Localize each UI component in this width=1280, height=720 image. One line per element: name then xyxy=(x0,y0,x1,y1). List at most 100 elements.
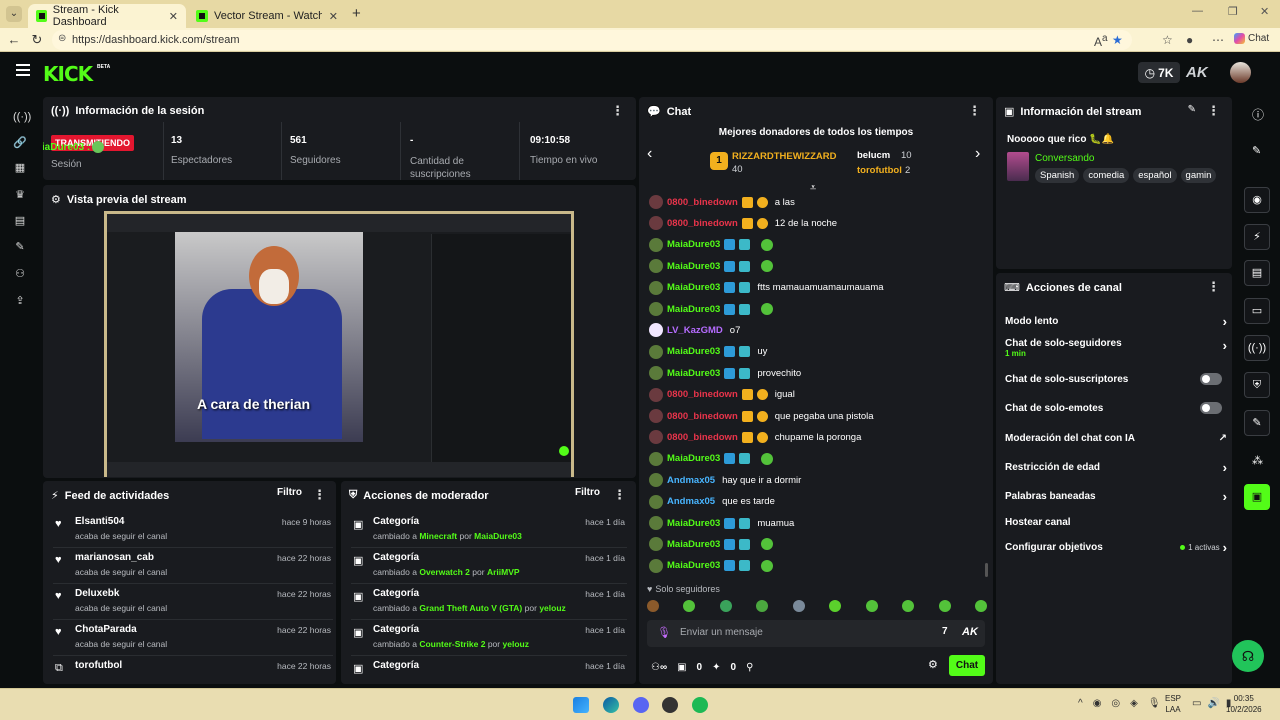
discord-icon[interactable] xyxy=(633,697,649,713)
emote-bar[interactable] xyxy=(647,600,987,616)
mod-action-row[interactable]: ▣ Categoría cambiado a Overwatch 2 por Ari… xyxy=(351,549,627,584)
wrench-icon[interactable]: ✎ xyxy=(13,240,27,254)
donor2-name[interactable]: belucm xyxy=(857,150,890,161)
shield-tool-icon[interactable]: ⛨ xyxy=(1244,372,1270,398)
favorite-star-icon[interactable]: ★ xyxy=(1112,33,1123,47)
chat-username[interactable]: MaiaDure03 xyxy=(667,282,720,293)
microphone-icon[interactable]: 🎙 xyxy=(657,626,671,639)
user-avatar[interactable] xyxy=(649,516,663,530)
donors-prev-icon[interactable]: ‹ xyxy=(647,145,652,163)
action-followers-only[interactable]: Chat de solo-seguidores 1 min › xyxy=(1005,338,1227,364)
more-options-icon[interactable]: ⋯ xyxy=(1212,33,1224,47)
tag-chip[interactable]: Spanish xyxy=(1035,168,1080,183)
chat-username[interactable]: MaiaDure03 xyxy=(667,560,720,571)
chat-username[interactable]: MaiaDure03 xyxy=(667,539,720,550)
trophy-icon[interactable]: ♛ xyxy=(13,188,27,202)
chat-username[interactable]: MaiaDure03 xyxy=(667,346,720,357)
users-settings-icon[interactable]: ⚇ xyxy=(13,267,27,281)
chat-scrollbar[interactable] xyxy=(985,563,988,577)
favorites-icon[interactable]: ☆ xyxy=(1162,33,1173,47)
mod-action-row[interactable]: ▣ Categoría cambiado a Counter-Strike 2 po… xyxy=(351,621,627,656)
profile-icon[interactable]: ● xyxy=(1186,33,1193,47)
user-avatar[interactable] xyxy=(649,537,663,552)
category-thumbnail[interactable] xyxy=(1007,152,1029,181)
action-age-restriction[interactable]: Restricción de edad › xyxy=(1005,458,1227,476)
tag-chip[interactable]: comedia xyxy=(1083,168,1130,183)
filter-button[interactable]: Filtro xyxy=(277,487,302,498)
user-avatar[interactable] xyxy=(649,366,663,381)
user-avatar[interactable] xyxy=(649,323,663,338)
chat-message[interactable]: MaiaDure03 xyxy=(649,236,774,254)
mod-action-row[interactable]: ▣ Categoría cambiado a Minecraft por MaiaD… xyxy=(351,513,627,548)
chat-message[interactable]: 0800_binedown igual xyxy=(649,386,795,404)
chat-username[interactable]: Andmax05 xyxy=(667,496,715,507)
action-banned-words[interactable]: Palabras baneadas › xyxy=(1005,487,1227,505)
kebab-menu-icon[interactable]: ⋮ xyxy=(1207,279,1220,295)
mod-action-row[interactable]: ▣ Categoría cambiado a Grand Theft Auto V … xyxy=(351,585,627,620)
close-window-icon[interactable]: ✕ xyxy=(1260,5,1269,18)
gift-icon[interactable]: ▣ xyxy=(677,662,686,673)
analytics-icon[interactable]: ▦ xyxy=(13,161,27,175)
chat-message[interactable]: MaiaDure03 ftts mamauamuamaumauama xyxy=(649,279,884,297)
chat-message[interactable]: MaiaDure03 xyxy=(649,535,774,553)
chat-input[interactable]: 🎙 Enviar un mensaje 7 AK xyxy=(647,620,985,647)
menu-icon[interactable] xyxy=(16,64,30,76)
notes-tool-icon[interactable]: ▤ xyxy=(1244,260,1270,286)
user-avatar[interactable] xyxy=(649,195,663,209)
activity-row[interactable]: ♥ marianosan_cab acaba de seguir el canal h… xyxy=(53,549,333,584)
info-icon[interactable]: ⓘ xyxy=(1252,106,1264,123)
spotify-icon[interactable] xyxy=(692,697,708,713)
copilot-chat-button[interactable]: Chat xyxy=(1234,33,1269,44)
user-avatar[interactable] xyxy=(649,430,663,445)
activity-row[interactable]: ♥ Elsanti504 acaba de seguir el canal hace … xyxy=(53,513,333,548)
chat-message[interactable]: 0800_binedown 12 de la noche xyxy=(649,214,837,232)
user-avatar[interactable] xyxy=(649,387,663,402)
broadcast-tool-icon[interactable]: ((·)) xyxy=(1244,335,1270,361)
chat-username[interactable]: 0800_binedown xyxy=(667,389,738,400)
chat-tool-icon[interactable]: ▭ xyxy=(1244,298,1270,324)
action-host-channel[interactable]: Hostear canal xyxy=(1005,513,1227,531)
user-avatar[interactable] xyxy=(649,494,663,509)
activity-row[interactable]: ♥ ChotaParada acaba de seguir el canal hace… xyxy=(53,621,333,656)
kick-logo[interactable]: KICK xyxy=(43,62,93,86)
user-icon[interactable]: ⚲ xyxy=(746,662,753,673)
activity-row[interactable]: ⧉ torofutbol hace 22 horas xyxy=(53,657,333,684)
user-avatar[interactable] xyxy=(649,302,663,316)
user-avatar[interactable] xyxy=(649,216,663,231)
ak-logo[interactable]: AK xyxy=(1186,64,1208,81)
chat-message[interactable]: MaiaDure03 muamua xyxy=(649,514,794,532)
language-indicator[interactable]: ESP LAA xyxy=(1165,693,1181,715)
sparkle-icon[interactable]: ✦ xyxy=(712,662,720,673)
user-avatar[interactable] xyxy=(649,558,663,573)
chat-username[interactable]: Andmax05 xyxy=(667,475,715,486)
new-tab-icon[interactable]: + xyxy=(352,5,361,22)
user-avatar[interactable] xyxy=(649,259,663,274)
browser-tab-vector-stream[interactable]: Vector Stream - Watch Live o ✕ xyxy=(188,4,346,28)
refresh-icon[interactable]: ↻ xyxy=(28,32,46,48)
mod-action-row[interactable]: ▣ Categoría hace 1 día xyxy=(351,657,627,684)
edge-browser-icon[interactable] xyxy=(603,697,619,713)
upload-icon[interactable]: ⇪ xyxy=(13,294,27,308)
chat-message[interactable]: 0800_binedown que pegaba una pistola xyxy=(649,407,874,425)
kebab-menu-icon[interactable]: ⋮ xyxy=(613,487,626,503)
read-aloud-icon[interactable]: Aa xyxy=(1094,33,1108,49)
clock[interactable]: 00:35 10/2/2026 xyxy=(1226,693,1262,715)
user-avatar[interactable] xyxy=(649,237,663,252)
action-emotes-only[interactable]: Chat de solo-emotes xyxy=(1005,399,1227,417)
media-tool-icon[interactable]: ▣ xyxy=(1244,484,1270,510)
chat-username[interactable]: MaiaDure03 xyxy=(667,453,720,464)
site-info-icon[interactable]: ⊜ xyxy=(58,33,66,44)
chat-username[interactable]: 0800_binedown xyxy=(667,197,738,208)
community-tool-icon[interactable]: ⁂ xyxy=(1252,454,1263,467)
wrench-tool-icon[interactable]: ✎ xyxy=(1244,410,1270,436)
emotes-only-toggle[interactable] xyxy=(1200,402,1222,414)
user-avatar[interactable] xyxy=(1230,62,1251,83)
donor3-name[interactable]: torofutbol xyxy=(857,165,902,176)
minimize-window-icon[interactable]: — xyxy=(1192,5,1203,17)
chat-message[interactable]: Andmax05 que es tarde xyxy=(649,493,775,511)
chat-message-list[interactable]: 0800_binedown a las 0800_binedown 12 de la … xyxy=(639,193,984,581)
action-slow-mode[interactable]: Modo lento › xyxy=(1005,312,1227,330)
windows-start-icon[interactable] xyxy=(573,697,589,713)
category-name[interactable]: Conversando xyxy=(1035,153,1094,164)
chat-message[interactable]: MaiaDure03 xyxy=(649,300,774,318)
